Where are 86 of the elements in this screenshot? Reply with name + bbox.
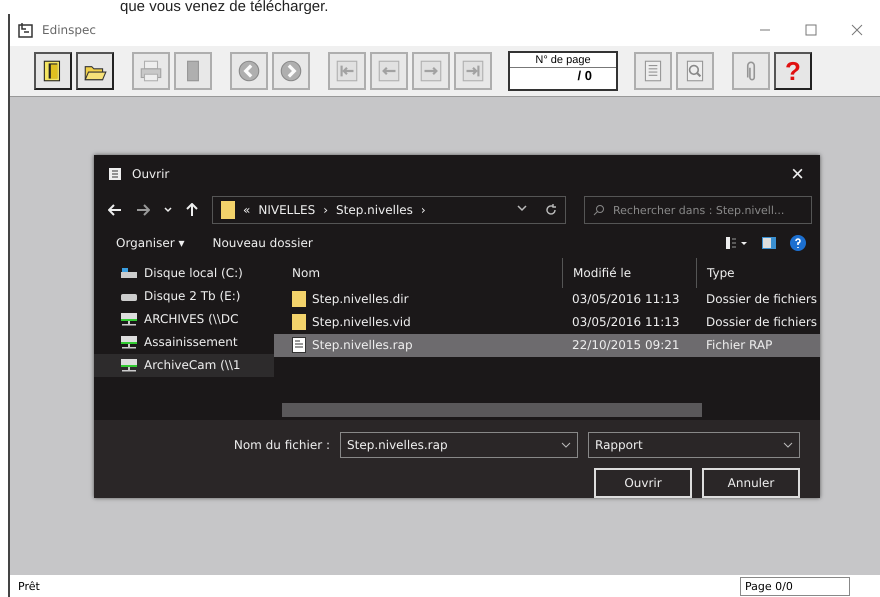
document-icon xyxy=(108,166,122,181)
up-arrow-icon xyxy=(186,203,198,218)
document-icon xyxy=(292,337,306,354)
back-button[interactable] xyxy=(108,204,122,216)
modified-date: 22/10/2015 09:21 xyxy=(572,338,680,352)
breadcrumb-separator: › xyxy=(420,203,426,218)
page-value: / 0 xyxy=(576,68,593,83)
filename-label: Nom du fichier : xyxy=(234,438,330,452)
preview-pane-icon[interactable] xyxy=(762,236,776,249)
help-icon[interactable] xyxy=(790,234,806,251)
sidebar-label: Disque 2 Tb (E:) xyxy=(144,289,240,304)
file-name: Step.nivelles.dir xyxy=(312,292,409,306)
folder-icon xyxy=(221,201,235,220)
status-message: Prêt xyxy=(18,580,40,592)
filename-value: Step.nivelles.rap xyxy=(347,438,448,452)
recent-button[interactable] xyxy=(164,207,172,214)
column-header[interactable]: Nom xyxy=(292,266,320,280)
toolbar-button[interactable] xyxy=(76,52,114,90)
window-title: Edinspec xyxy=(42,23,96,37)
printer-icon xyxy=(138,58,164,84)
forward-button[interactable] xyxy=(136,204,150,216)
sidebar-label: ArchiveCam (\\1 xyxy=(144,358,241,372)
sidebar-item[interactable]: ArchiveCam (\\1 xyxy=(94,354,274,377)
network-drive-icon xyxy=(120,335,138,350)
column-header[interactable]: Modifié le xyxy=(573,266,632,280)
refresh-icon[interactable] xyxy=(545,204,557,216)
page-label: N° de page xyxy=(510,53,616,68)
network-drive-icon xyxy=(120,358,138,372)
address-bar[interactable]: « NIVELLES › Step.nivelles › xyxy=(212,196,566,224)
toolbar-button[interactable] xyxy=(34,52,72,90)
column-header[interactable]: Type xyxy=(707,266,735,280)
filename-field[interactable]: Step.nivelles.rap xyxy=(340,432,578,458)
sidebar-label: ARCHIVES (\\DC xyxy=(144,312,238,326)
breadcrumb-item[interactable]: Step.nivelles xyxy=(336,203,413,218)
sidebar-item[interactable]: ARCHIVES (\\DC xyxy=(94,308,274,331)
help-button[interactable]: ? xyxy=(774,52,812,90)
last-page-icon xyxy=(460,58,486,84)
network-drive-icon xyxy=(120,312,138,326)
document-caption: que vous venez de télécharger. xyxy=(119,0,330,14)
search-placeholder: Rechercher dans : Step.nivell... xyxy=(613,204,784,217)
filetype-dropdown[interactable]: Rapport xyxy=(588,432,800,458)
page-indicator: Page 0/0 xyxy=(740,576,850,596)
file-name: Step.nivelles.rap xyxy=(312,338,413,352)
folder-icon xyxy=(292,314,306,330)
breadcrumb-separator: « xyxy=(243,203,250,218)
app-icon xyxy=(18,22,34,38)
file-name: Step.nivelles.vid xyxy=(312,315,411,330)
search-field[interactable]: Rechercher dans : Step.nivell... xyxy=(584,196,812,224)
sidebar-item[interactable]: Disque local (C:) xyxy=(94,262,274,285)
maximize-icon[interactable] xyxy=(805,24,817,36)
toolbar-command[interactable]: Nouveau dossier xyxy=(212,236,313,250)
close-button[interactable]: × xyxy=(787,160,808,187)
right-arrow-icon xyxy=(136,204,150,216)
file-type: Fichier RAP xyxy=(706,338,772,352)
folder-icon xyxy=(292,291,306,308)
modified-date: 03/05/2016 11:13 xyxy=(572,292,680,306)
file-row[interactable]: Step.nivelles.dir 03/05/2016 11:13 Dossier de fichiers xyxy=(274,288,820,311)
scrollbar-thumb[interactable] xyxy=(282,402,702,417)
sidebar-label: Disque local (C:) xyxy=(144,266,243,280)
search-icon xyxy=(593,204,605,216)
close-icon[interactable] xyxy=(851,24,863,36)
file-type: Dossier de fichiers xyxy=(706,292,818,306)
dialog-button[interactable]: Ouvrir xyxy=(594,468,692,498)
page-number-field[interactable]: N° de page / 0 xyxy=(508,51,618,91)
file-type: Dossier de fichiers xyxy=(706,315,818,330)
sidebar-item[interactable]: Assainissement xyxy=(94,330,274,354)
up-button[interactable] xyxy=(186,203,198,218)
modified-date: 03/05/2016 11:13 xyxy=(572,315,680,330)
chevron-down-icon xyxy=(164,207,172,214)
filetype-value: Rapport xyxy=(595,438,643,452)
dialog-button[interactable]: Annuler xyxy=(702,468,800,498)
chevron-down-icon[interactable] xyxy=(517,204,527,212)
sidebar-item[interactable]: Disque 2 Tb (E:) xyxy=(94,284,274,308)
file-row[interactable]: Step.nivelles.vid 03/05/2016 11:13 Dossier de fichiers xyxy=(274,310,820,334)
drive-icon xyxy=(120,267,138,280)
first-page-icon xyxy=(334,58,360,84)
view-options-icon[interactable] xyxy=(726,236,748,249)
breadcrumb-separator: › xyxy=(323,203,328,218)
sidebar-label: Assainissement xyxy=(144,335,238,350)
chevron-down-icon xyxy=(561,442,571,448)
chevron-down-icon xyxy=(783,442,793,448)
toolbar-command[interactable]: Organiser ▾ xyxy=(116,236,184,250)
breadcrumb-item[interactable]: NIVELLES xyxy=(258,203,316,218)
file-row[interactable]: Step.nivelles.rap 22/10/2015 09:21 Fichier RAP xyxy=(274,334,820,357)
left-arrow-icon xyxy=(108,204,122,216)
dialog-title: Ouvrir xyxy=(132,166,170,181)
